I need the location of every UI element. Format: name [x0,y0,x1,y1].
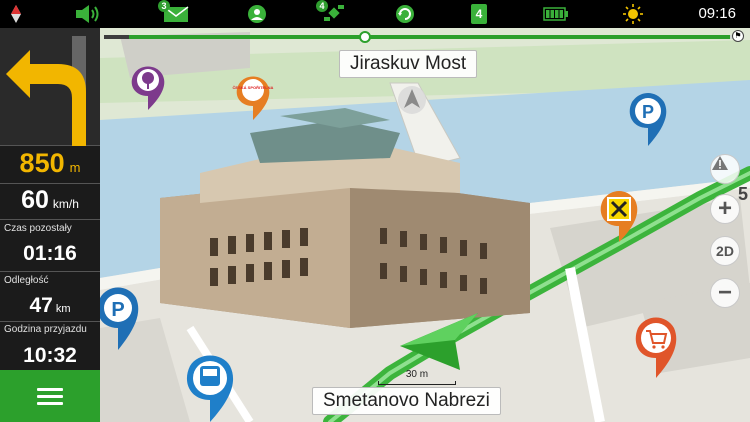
arrival-value: 10:32 [23,344,77,367]
destination-flag-icon: ⚑ [732,30,744,42]
zoom-in-button[interactable]: + [710,194,740,224]
maneuver-distance-value: 850 [19,148,65,178]
arrival-label: Godzina przyjazdu [4,324,87,335]
plus-icon: + [717,195,732,222]
sync-icon[interactable] [394,2,416,26]
maneuver-distance: 850 m [0,146,100,184]
turn-left-icon [6,36,86,146]
direction-indicator-icon [398,86,426,114]
next-street-label: Jiraskuv Most [339,50,478,78]
zoom-level: 5 [737,184,748,204]
svg-text:P: P [111,299,124,321]
distance-left-unit: km [55,303,71,315]
speed-value: 60 [21,186,49,214]
day-mode-icon[interactable] [622,2,644,26]
maneuver-distance-unit: m [69,160,81,175]
message-count-badge: 3 [158,0,170,12]
compass-icon[interactable] [6,2,26,26]
svg-text:P: P [642,102,654,122]
clock: 09:16 [698,5,736,22]
volume-icon[interactable] [74,2,102,26]
status-bar: 3 4 4 09:16 [0,0,750,28]
time-left-value: 01:16 [23,242,77,265]
distance-left: 47 km [0,294,100,318]
bank-poi-label: ČESKÁ SPOŘITELNA [233,85,274,90]
time-left-label: Czas pozostały [4,223,72,234]
map-canvas: ČESKÁ SPOŘITELNA P P [100,28,750,422]
warning-button[interactable] [710,154,740,184]
profile-icon[interactable] [246,2,268,26]
satellite-icon[interactable]: 4 [316,0,348,26]
route-position-marker [359,31,371,43]
satellite-count-badge: 4 [316,0,328,12]
current-street-label: Smetanovo Nabrezi [312,387,501,415]
speed-unit: km/h [52,197,79,211]
warning-icon [712,156,728,170]
distance-left-label: Odległość [4,275,49,286]
route-progress-bar: ⚑ [104,30,744,43]
maneuver-box[interactable] [0,28,100,146]
zoom-out-button[interactable]: − [710,278,740,308]
lane-icon[interactable]: 4 [470,2,488,26]
navigation-panel: 850 m 60 km/h Czas pozostały 01:16 Odleg… [0,28,100,422]
view-mode-button[interactable]: 2D [710,236,740,266]
menu-button[interactable] [0,370,100,422]
distance-left-value: 47 [29,294,53,317]
map-scale: 30 m [378,369,456,385]
map-view[interactable]: ČESKÁ SPOŘITELNA P P ⚑ Jiraskuv Most Sme… [100,28,750,422]
battery-icon [542,2,570,26]
map-scale-label: 30 m [405,369,429,380]
message-icon[interactable]: 3 [158,0,190,26]
minus-icon: − [717,279,732,306]
lane-count: 4 [471,4,487,24]
current-speed: 60 km/h [0,184,100,220]
